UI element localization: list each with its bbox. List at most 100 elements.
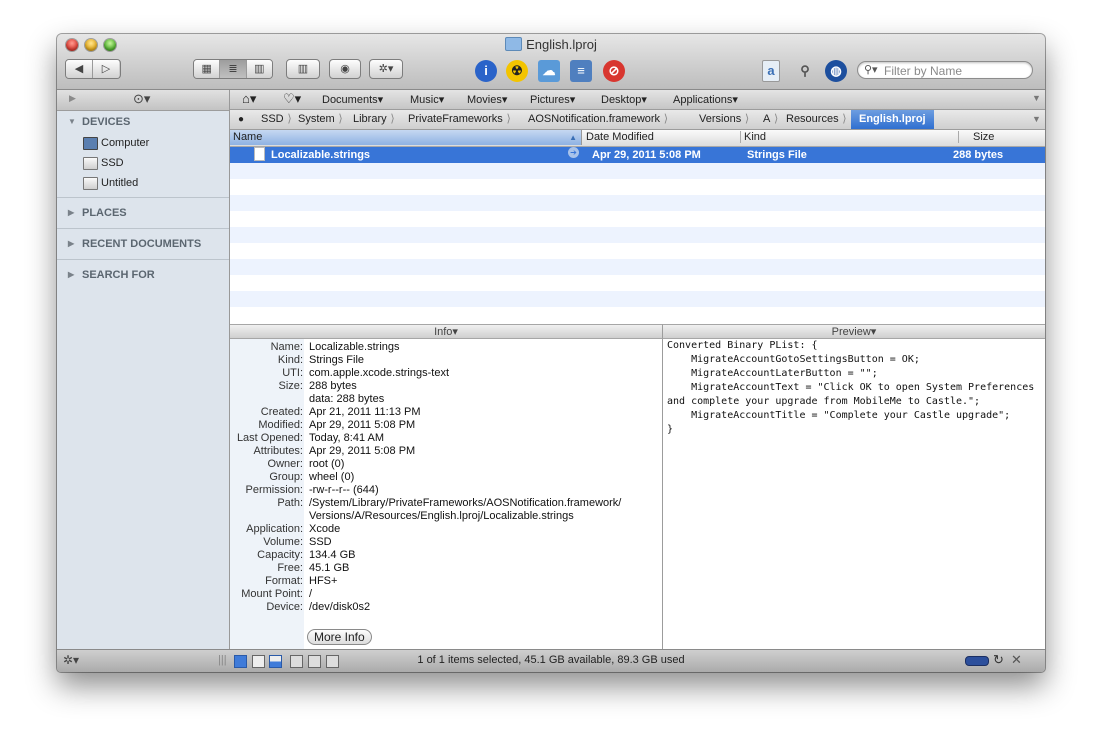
info-key: Attributes: [253, 445, 303, 457]
disk-icon [83, 177, 98, 190]
status-bar: ✲▾ ||| 1 of 1 items selected, 45.1 GB av… [57, 649, 1045, 672]
sidebar-section-places[interactable]: PLACES [57, 202, 229, 224]
forward-button[interactable]: ▷ [93, 60, 119, 78]
globe-icon[interactable]: ◍ [825, 60, 847, 82]
sidebar-action-icon[interactable]: ⊙▾ [133, 91, 150, 107]
info-modified-row: Modified: Apr 29, 2011 5:08 PM [230, 419, 662, 432]
chevron-down-icon[interactable]: ▼ [1032, 114, 1041, 124]
filter-search-field[interactable]: ⚲▾ Filter by Name [857, 61, 1033, 79]
sidebar-item-untitled[interactable]: Untitled [57, 173, 229, 193]
preview-pane-header[interactable]: Preview▾ [663, 324, 1045, 339]
table-row-empty [230, 291, 1045, 307]
info-icon[interactable]: i [475, 60, 497, 82]
column-size[interactable]: Size [958, 131, 994, 143]
favorites-bar: ⌂▾ ♡▾ Documents▾ Music▾ Movies▾ Pictures… [230, 90, 1045, 110]
sidebar-item-computer[interactable]: Computer [57, 133, 229, 153]
info-value: HFS+ [309, 575, 338, 587]
fav-music[interactable]: Music▾ [410, 93, 444, 106]
column-kind[interactable]: Kind [740, 131, 766, 143]
path-segment[interactable]: System [298, 110, 342, 129]
favorites-icon[interactable]: ♡▾ [283, 91, 301, 107]
sidebar-collapse-icon[interactable]: ▶ [69, 93, 76, 104]
file-icon [254, 147, 265, 161]
burn-icon[interactable]: ☢ [506, 60, 528, 82]
more-info-button[interactable]: More Info [307, 629, 372, 645]
refresh-icon[interactable]: ↻ [993, 652, 1004, 668]
fav-movies[interactable]: Movies▾ [467, 93, 507, 106]
info-device-row: Device: /dev/disk0s2 [230, 601, 662, 614]
coverflow-button[interactable]: ▥ [286, 59, 320, 79]
info-uti-row: UTI: com.apple.xcode.strings-text [230, 367, 662, 380]
info-key: UTI: [282, 367, 303, 379]
chevron-down-icon[interactable]: ▼ [1032, 93, 1041, 103]
path-segment[interactable]: AOSNotification.framework [528, 110, 668, 129]
delete-icon[interactable]: ⊘ [603, 60, 625, 82]
fav-label: Desktop [601, 94, 642, 106]
sidebar-item-ssd[interactable]: SSD [57, 153, 229, 173]
icon-view-button[interactable]: ▦ [194, 60, 221, 78]
home-icon[interactable]: ⌂▾ [242, 91, 256, 107]
tools-icon[interactable]: ✕ [1011, 652, 1022, 668]
info-value: /dev/disk0s2 [309, 601, 371, 613]
view-mode-control: ▦ ≣ ▥ [193, 59, 273, 79]
info-pane-header[interactable]: Info▾ [230, 324, 663, 339]
path-bar: ● SSD System Library PrivateFrameworks A… [230, 110, 1045, 130]
column-date-modified[interactable]: Date Modified [586, 131, 654, 143]
fav-documents[interactable]: Documents▾ [322, 93, 383, 106]
back-forward-control: ◀ ▷ [65, 59, 121, 79]
terminal-icon[interactable]: ≡ [570, 60, 592, 82]
table-row[interactable]: Localizable.strings ➔ Apr 29, 2011 5:08 … [230, 147, 1045, 163]
table-row-empty [230, 243, 1045, 259]
action-menu-button[interactable]: ✲▾ [369, 59, 403, 79]
info-value: Versions/A/Resources/English.lproj/Local… [309, 510, 574, 522]
info-key: Mount Point: [241, 588, 303, 600]
path-segment[interactable]: Resources [786, 110, 846, 129]
toggle-icon[interactable] [965, 656, 989, 666]
path-segment-current[interactable]: English.lproj [851, 110, 934, 129]
sidebar-section-devices[interactable]: DEVICES [57, 111, 229, 133]
disk-icon [83, 157, 98, 170]
info-value: Apr 29, 2011 5:08 PM [309, 419, 416, 431]
reveal-arrow-icon[interactable]: ➔ [568, 147, 579, 158]
info-value: root (0) [309, 458, 345, 470]
info-path-row: Path: /System/Library/PrivateFrameworks/A… [230, 497, 662, 510]
sidebar-section-search-for[interactable]: SEARCH FOR [57, 264, 229, 286]
info-value: data: 288 bytes [309, 393, 385, 405]
info-value: / [309, 588, 313, 600]
text-icon[interactable]: a [762, 60, 780, 82]
back-button[interactable]: ◀ [66, 60, 93, 78]
info-created-row: Created: Apr 21, 2011 11:13 PM [230, 406, 662, 419]
fav-desktop[interactable]: Desktop▾ [601, 93, 647, 106]
info-key: Capacity: [257, 549, 303, 561]
table-row-empty [230, 307, 1045, 323]
magnifier-icon[interactable]: ⚲ [794, 60, 816, 82]
fav-label: Music [410, 94, 439, 106]
path-segment[interactable]: SSD [261, 110, 291, 129]
table-row-empty [230, 195, 1045, 211]
path-segment[interactable]: Versions [699, 110, 749, 129]
info-value: Strings File [309, 354, 365, 366]
sidebar-section-recent-documents[interactable]: RECENT DOCUMENTS [57, 233, 229, 255]
apple-icon[interactable]: ● [238, 110, 244, 129]
path-segment[interactable]: A [763, 110, 779, 129]
fav-applications[interactable]: Applications▾ [673, 93, 738, 106]
path-segment[interactable]: PrivateFrameworks [408, 110, 510, 129]
info-path-row-2: Versions/A/Resources/English.lproj/Local… [230, 510, 662, 523]
computer-icon [83, 137, 98, 150]
column-name-label: Name [233, 131, 263, 143]
column-name[interactable]: Name ▲ [230, 130, 582, 145]
fav-pictures[interactable]: Pictures▾ [530, 93, 575, 106]
quicklook-button[interactable]: ◉ [329, 59, 361, 79]
file-kind: Strings File [747, 149, 807, 161]
info-value: com.apple.xcode.strings-text [309, 367, 450, 379]
info-key: Kind: [277, 354, 303, 366]
list-view-button[interactable]: ≣ [220, 60, 247, 78]
content-area: ⌂▾ ♡▾ Documents▾ Music▾ Movies▾ Pictures… [230, 90, 1045, 649]
column-view-button[interactable]: ▥ [246, 60, 272, 78]
icloud-icon[interactable]: ☁ [538, 60, 560, 82]
info-value: Apr 29, 2011 5:08 PM [309, 445, 416, 457]
sidebar-item-label: Computer [101, 137, 150, 149]
info-key: Application: [246, 523, 303, 535]
path-segment[interactable]: Library [353, 110, 394, 129]
info-value: Localizable.strings [309, 341, 400, 353]
